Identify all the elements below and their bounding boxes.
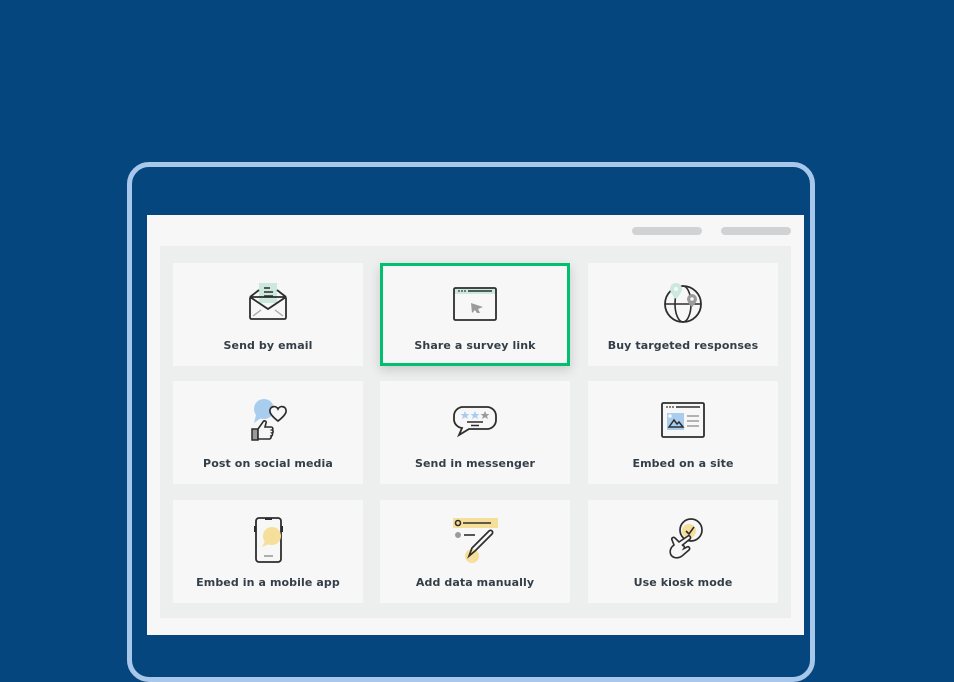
browser-image-icon xyxy=(661,402,705,438)
option-embed-in-mobile-app[interactable]: Embed in a mobile app xyxy=(173,500,363,603)
option-label: Share a survey link xyxy=(414,339,536,352)
pencil-list-icon xyxy=(453,518,498,563)
option-use-kiosk-mode[interactable]: Use kiosk mode xyxy=(588,500,778,603)
option-post-on-social-media[interactable]: Post on social media xyxy=(173,381,363,484)
hand-tap-check-icon xyxy=(669,518,703,559)
header-placeholder-bar xyxy=(721,227,791,235)
option-add-data-manually[interactable]: Add data manually xyxy=(380,500,570,603)
social-like-icon xyxy=(251,399,287,441)
header-placeholder-bar xyxy=(632,227,702,235)
option-label: Embed in a mobile app xyxy=(196,576,340,589)
globe-pin-icon xyxy=(664,283,702,323)
option-label: Send in messenger xyxy=(414,457,536,470)
option-label: Use kiosk mode xyxy=(633,576,733,589)
option-label: Buy targeted responses xyxy=(607,339,759,352)
option-send-in-messenger[interactable]: Send in messenger xyxy=(380,381,570,484)
option-embed-on-site[interactable]: Embed on a site xyxy=(588,381,778,484)
envelope-icon xyxy=(249,283,287,320)
option-label: Post on social media xyxy=(203,457,333,470)
browser-cursor-icon xyxy=(453,287,497,321)
chat-bubble-stars-icon xyxy=(453,406,497,438)
option-send-by-email[interactable]: Send by email xyxy=(173,263,363,366)
option-label: Send by email xyxy=(223,339,313,352)
option-share-survey-link[interactable]: Share a survey link xyxy=(380,263,570,366)
option-label: Embed on a site xyxy=(632,457,734,470)
option-label: Add data manually xyxy=(415,576,535,589)
mobile-phone-icon xyxy=(254,517,283,563)
option-buy-targeted-responses[interactable]: Buy targeted responses xyxy=(588,263,778,366)
